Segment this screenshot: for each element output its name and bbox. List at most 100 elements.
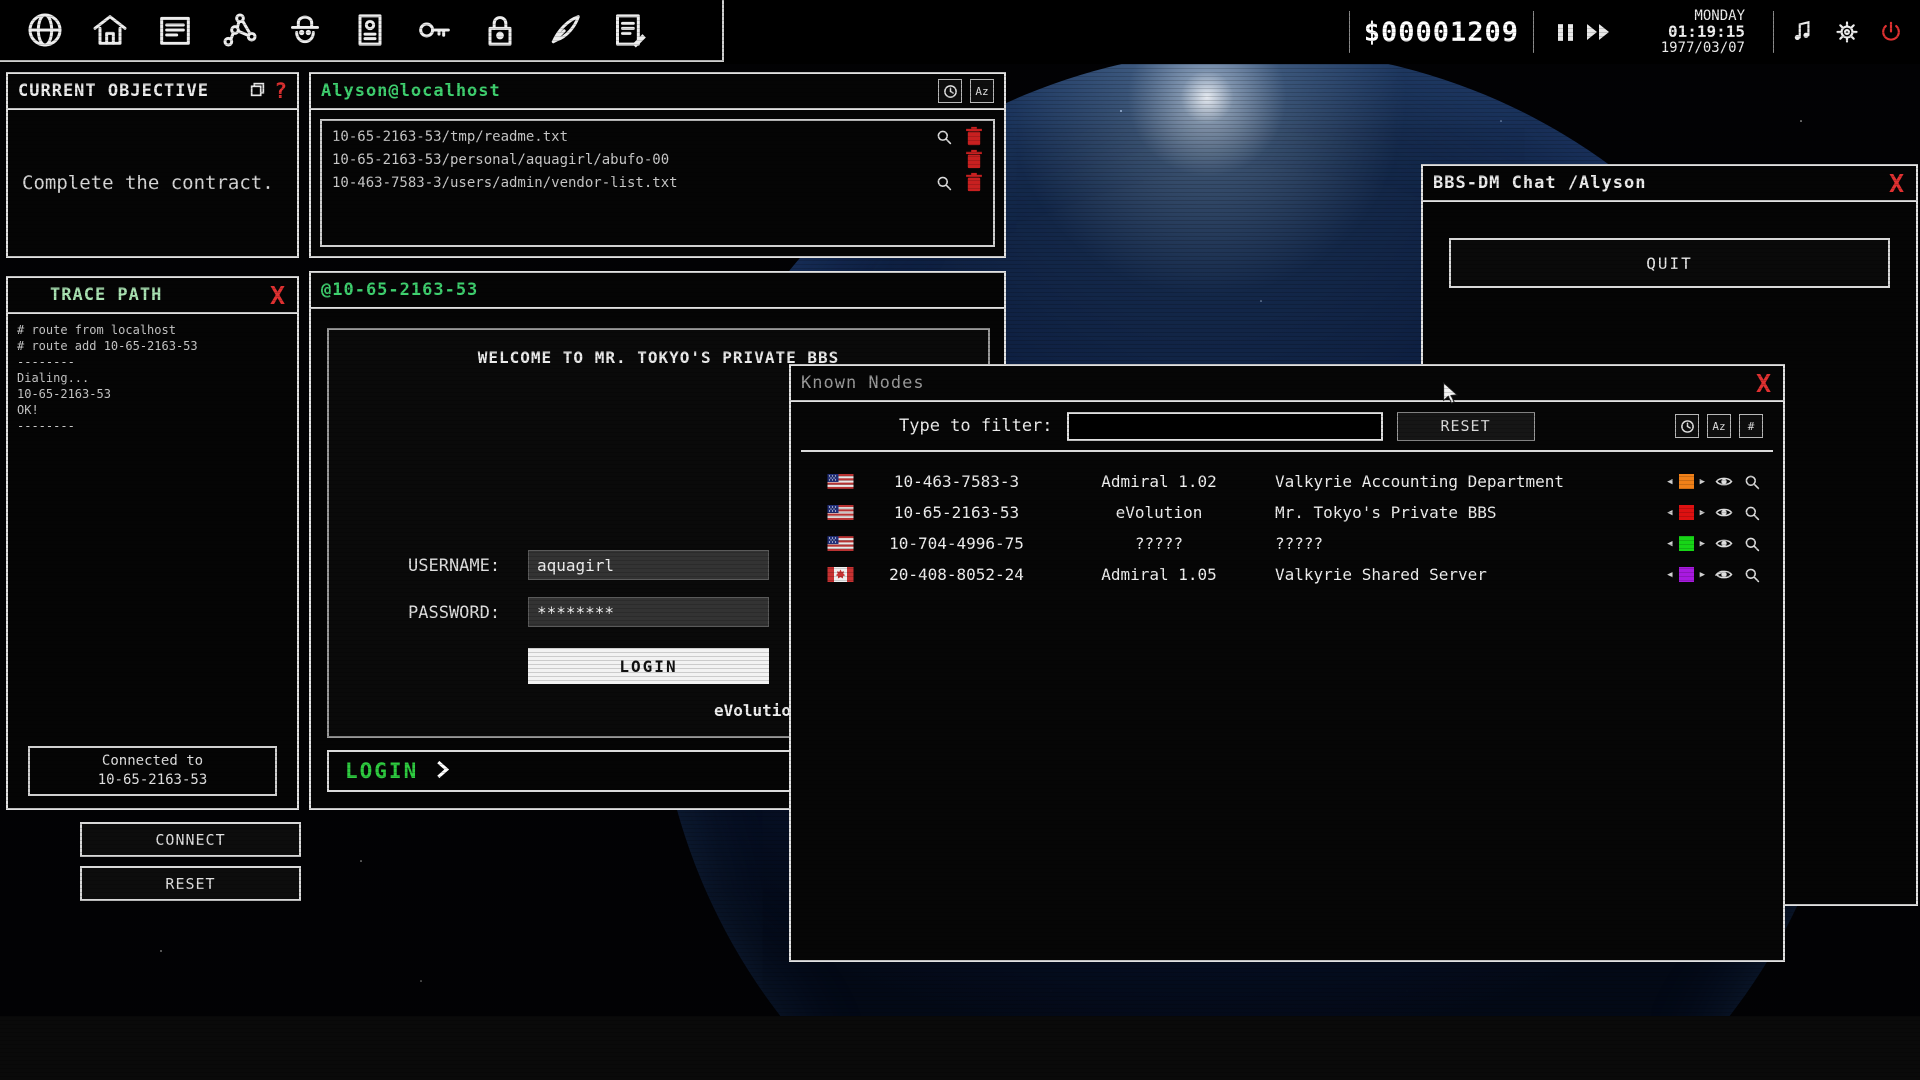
close-icon[interactable]: X — [268, 283, 287, 308]
trace-title: TRACE PATH — [50, 285, 162, 305]
color-next-icon[interactable]: ▶ — [1700, 477, 1705, 487]
canada-flag-icon — [827, 567, 854, 582]
delete-file-icon[interactable] — [965, 174, 983, 192]
color-prev-icon[interactable]: ◀ — [1667, 477, 1672, 487]
newspaper-icon[interactable] — [152, 7, 198, 53]
connected-status-box: Connected to 10-65-2163-53 — [28, 746, 277, 796]
node-row[interactable]: 20-408-8052-24 Admiral 1.05 Valkyrie Sha… — [791, 559, 1783, 590]
chat-titlebar: BBS-DM Chat /Alyson X — [1423, 166, 1916, 202]
node-number: 10-65-2163-53 — [854, 503, 1059, 522]
close-icon[interactable]: X — [1887, 171, 1906, 196]
delete-file-icon[interactable] — [965, 128, 983, 146]
lock-icon[interactable] — [477, 7, 523, 53]
sort-number-icon[interactable]: # — [1739, 414, 1763, 438]
help-icon[interactable]: ? — [274, 79, 287, 103]
music-icon[interactable] — [1788, 17, 1818, 47]
trace-line: -------- — [17, 418, 288, 434]
connected-label: Connected to — [30, 752, 275, 771]
node-color-swatch[interactable] — [1679, 505, 1694, 520]
inspect-node-icon[interactable] — [1743, 566, 1761, 584]
reset-button[interactable]: RESET — [80, 866, 301, 901]
inspect-node-icon[interactable] — [1743, 504, 1761, 522]
watch-node-icon[interactable] — [1715, 473, 1733, 491]
view-file-icon[interactable] — [935, 174, 953, 192]
power-icon[interactable] — [1876, 17, 1906, 47]
pause-button[interactable] — [1558, 24, 1573, 41]
trace-titlebar: TRACE PATH X — [8, 278, 297, 314]
file-path: 10-65-2163-53/tmp/readme.txt — [332, 129, 923, 145]
node-row[interactable]: 10-463-7583-3 Admiral 1.02 Valkyrie Acco… — [791, 466, 1783, 497]
filter-input[interactable] — [1067, 412, 1383, 441]
key-icon[interactable] — [412, 7, 458, 53]
quill-icon[interactable] — [542, 7, 588, 53]
network-map-icon[interactable] — [217, 7, 263, 53]
filter-reset-button[interactable]: RESET — [1397, 412, 1535, 441]
known-nodes-title: Known Nodes — [801, 373, 925, 393]
connect-button[interactable]: CONNECT — [80, 822, 301, 857]
topbar-status-area: $00001209 MONDAY 01:19:15 1977/03/07 — [1335, 0, 1920, 64]
node-number: 10-463-7583-3 — [854, 472, 1059, 491]
watch-node-icon[interactable] — [1715, 566, 1733, 584]
gear-icon[interactable] — [1832, 17, 1862, 47]
inspect-node-icon[interactable] — [1743, 535, 1761, 553]
login-button[interactable]: LOGIN — [528, 648, 769, 684]
objective-window: CURRENT OBJECTIVE ? Complete the contrac… — [6, 72, 299, 258]
close-icon[interactable]: X — [1754, 371, 1773, 396]
files-window: Alyson@localhost Az 10-65-2163-53/tmp/re… — [309, 72, 1006, 258]
top-toolbar: $00001209 MONDAY 01:19:15 1977/03/07 — [0, 0, 1920, 64]
username-field[interactable] — [528, 550, 769, 580]
node-row[interactable]: 10-704-4996-75 ????? ????? ◀ ▶ — [791, 528, 1783, 559]
sort-controls: Az # — [1675, 414, 1763, 438]
bottom-bar — [0, 1016, 1920, 1080]
files-titlebar: Alyson@localhost Az — [311, 74, 1004, 110]
trace-line: Dialing... — [17, 370, 288, 386]
clock-time: 01:19:15 — [1633, 24, 1745, 40]
topbar-separator — [1773, 11, 1774, 53]
color-next-icon[interactable]: ▶ — [1700, 508, 1705, 518]
color-prev-icon[interactable]: ◀ — [1667, 570, 1672, 580]
password-label: PASSWORD: — [408, 603, 500, 623]
agent-icon[interactable] — [282, 7, 328, 53]
node-row[interactable]: 10-65-2163-53 eVolution Mr. Tokyo's Priv… — [791, 497, 1783, 528]
color-prev-icon[interactable]: ◀ — [1667, 539, 1672, 549]
file-path: 10-65-2163-53/personal/aquagirl/abufo-00 — [332, 152, 953, 168]
node-software: Admiral 1.05 — [1059, 565, 1259, 584]
node-color-swatch[interactable] — [1679, 567, 1694, 582]
watch-node-icon[interactable] — [1715, 535, 1733, 553]
safehouse-icon[interactable] — [87, 7, 133, 53]
clock-date: 1977/03/07 — [1633, 40, 1745, 56]
fast-forward-button[interactable] — [1587, 24, 1609, 40]
delete-file-icon[interactable] — [965, 151, 983, 169]
inspect-node-icon[interactable] — [1743, 473, 1761, 491]
sort-time-icon[interactable] — [938, 79, 962, 103]
bbs-brand-text: eVolution — [714, 701, 801, 720]
objective-text: Complete the contract. — [22, 172, 274, 194]
color-prev-icon[interactable]: ◀ — [1667, 508, 1672, 518]
restore-window-icon[interactable] — [249, 81, 266, 102]
password-field[interactable] — [528, 597, 769, 627]
file-row[interactable]: 10-463-7583-3/users/admin/vendor-list.tx… — [322, 171, 993, 194]
file-row[interactable]: 10-65-2163-53/personal/aquagirl/abufo-00 — [322, 148, 993, 171]
color-next-icon[interactable]: ▶ — [1700, 539, 1705, 549]
file-row[interactable]: 10-65-2163-53/tmp/readme.txt — [322, 125, 993, 148]
sort-alpha-icon[interactable]: Az — [970, 79, 994, 103]
trace-line: OK! — [17, 402, 288, 418]
node-list: 10-463-7583-3 Admiral 1.02 Valkyrie Acco… — [791, 452, 1783, 590]
globe-icon[interactable] — [22, 7, 68, 53]
node-color-swatch[interactable] — [1679, 536, 1694, 551]
trace-log: # route from localhost # route add 10-65… — [8, 314, 297, 806]
notes-icon[interactable] — [607, 7, 653, 53]
files-title: Alyson@localhost — [321, 81, 501, 101]
node-software: Admiral 1.02 — [1059, 472, 1259, 491]
topbar-separator — [1349, 11, 1350, 53]
view-file-icon[interactable] — [935, 128, 953, 146]
watch-node-icon[interactable] — [1715, 504, 1733, 522]
trace-line: # route from localhost — [17, 322, 288, 338]
color-next-icon[interactable]: ▶ — [1700, 570, 1705, 580]
sort-time-icon[interactable] — [1675, 414, 1699, 438]
sort-alpha-icon[interactable]: Az — [1707, 414, 1731, 438]
node-color-swatch[interactable] — [1679, 474, 1694, 489]
username-label: USERNAME: — [408, 556, 500, 576]
quit-button[interactable]: QUIT — [1449, 238, 1890, 288]
ledger-icon[interactable] — [347, 7, 393, 53]
